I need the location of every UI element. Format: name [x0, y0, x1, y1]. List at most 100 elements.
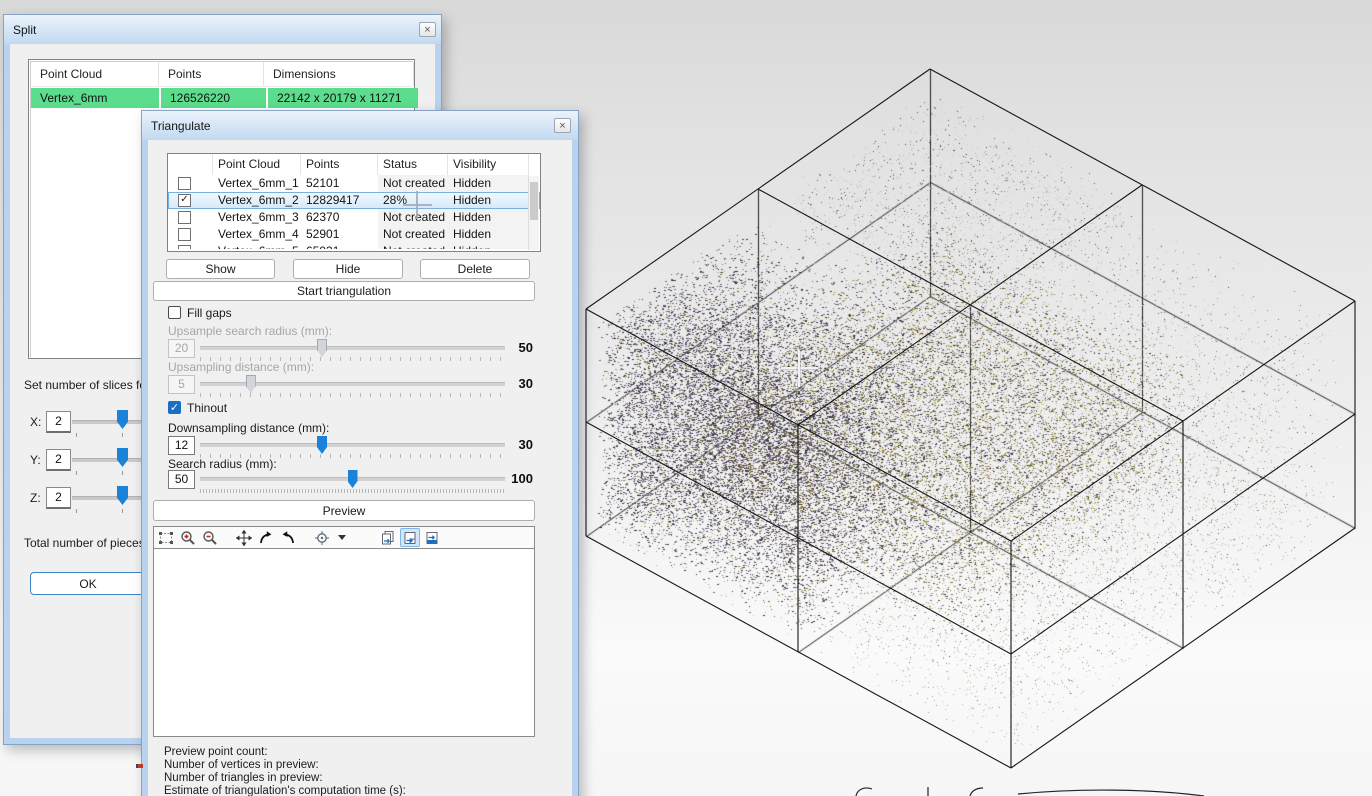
rotate-cw-icon[interactable]	[256, 528, 276, 547]
triangulate-table-cell: Not created	[378, 243, 448, 249]
zoom-window-icon[interactable]	[156, 528, 176, 547]
axis-slider-thumb[interactable]	[117, 448, 128, 467]
split-column-header[interactable]: Points	[159, 62, 264, 86]
slider-ticks	[200, 489, 506, 493]
triangulate-table-cell: Not created	[378, 226, 448, 243]
hide-button[interactable]: Hide	[293, 259, 403, 279]
split-table-row[interactable]: Vertex_6mm12652622022142 x 20179 x 11271	[31, 88, 412, 108]
slider-max-label: 30	[448, 376, 533, 391]
table-scrollbar[interactable]	[528, 176, 539, 250]
split-column-header[interactable]: Dimensions	[264, 62, 414, 86]
slider-label: Upsample search radius (mm):	[168, 324, 332, 338]
split-table-cell: 126526220	[161, 88, 266, 108]
delete-button[interactable]: Delete	[420, 259, 530, 279]
slider-thumb[interactable]	[246, 375, 256, 393]
row-checkbox[interactable]	[178, 211, 191, 224]
split-close-button[interactable]: ×	[419, 22, 436, 37]
triangulate-title: Triangulate	[151, 119, 211, 133]
slices-label: Set number of slices for	[24, 378, 150, 392]
preview-stat-label: Estimate of triangulation's computation …	[164, 785, 406, 796]
triangulation-preview-area[interactable]	[153, 549, 535, 737]
triangulate-table-cell: 62370	[301, 209, 378, 226]
row-checkbox[interactable]	[178, 177, 191, 190]
triangulate-table-row[interactable]: ✓Vertex_6mm_21282941728%Hidden	[168, 192, 540, 209]
zoom-in-icon[interactable]	[178, 528, 198, 547]
axis-slider-thumb[interactable]	[117, 410, 128, 429]
slider-max-label: 30	[448, 437, 533, 452]
preview-button[interactable]: Preview	[153, 500, 535, 521]
triangulate-column-header[interactable]: Visibility	[448, 154, 529, 175]
slider-thumb[interactable]	[317, 436, 327, 454]
triangulate-table-row[interactable]: Vertex_6mm_565931Not createdHidden	[168, 243, 540, 249]
snapshot-view-icon[interactable]	[400, 528, 420, 547]
slider-thumb[interactable]	[317, 339, 327, 357]
triangulate-table-cell: 12829417	[301, 192, 378, 209]
checkbox-cell: ✓	[168, 192, 213, 209]
thinout-label: Thinout	[187, 401, 227, 415]
axis-value-box[interactable]: 2	[46, 487, 71, 509]
triangulate-point-cloud-table[interactable]: Point CloudPointsStatusVisibilityVertex_…	[167, 153, 541, 252]
axis-value-box[interactable]: 2	[46, 449, 71, 471]
triangulate-titlebar[interactable]: Triangulate	[142, 111, 578, 140]
triangulate-body: Point CloudPointsStatusVisibilityVertex_…	[148, 140, 572, 796]
ok-button[interactable]: OK	[30, 572, 146, 595]
pan-icon[interactable]	[234, 528, 254, 547]
show-button[interactable]: Show	[166, 259, 275, 279]
zoom-out-icon[interactable]	[200, 528, 220, 547]
total-pieces-label: Total number of pieces:	[24, 536, 148, 550]
application-window: Split × Point CloudPointsDimensionsVerte…	[0, 0, 1372, 796]
triangulate-column-header[interactable]: Status	[378, 154, 448, 175]
triangulate-table-cell: 28%	[378, 192, 448, 209]
slider-value-box[interactable]: 50	[168, 470, 195, 489]
axis-slider-thumb[interactable]	[117, 486, 128, 505]
split-table-cell: 22142 x 20179 x 11271	[268, 88, 418, 108]
triangulate-column-header[interactable]: Points	[301, 154, 378, 175]
slider-value-box[interactable]: 20	[168, 339, 195, 358]
triangulate-dialog: Triangulate × Point CloudPointsStatusVis…	[141, 110, 579, 796]
axis-label: X:	[30, 415, 41, 429]
render-artifact	[136, 764, 143, 768]
start-triangulation-button[interactable]: Start triangulation	[153, 281, 535, 301]
preview-stat-label: Number of triangles in preview:	[164, 772, 323, 784]
triangulate-table-cell: 52101	[301, 175, 378, 192]
triangulate-table-cell: 65931	[301, 243, 378, 249]
row-checkbox[interactable]	[178, 228, 191, 241]
split-titlebar[interactable]: Split	[4, 15, 441, 44]
snapshot-copy-icon[interactable]	[378, 528, 398, 547]
row-checkbox[interactable]	[178, 245, 191, 249]
triangulate-table-row[interactable]: Vertex_6mm_152101Not createdHidden	[168, 175, 540, 192]
slider-label: Downsampling distance (mm):	[168, 421, 329, 435]
triangulate-table-cell: Vertex_6mm_1	[213, 175, 301, 192]
preview-toolbar	[153, 526, 535, 549]
slider-thumb[interactable]	[348, 470, 358, 488]
triangulate-table-cell: Hidden	[448, 209, 529, 226]
triangulate-column-header[interactable]: Point Cloud	[213, 154, 301, 175]
triangulate-table-cell: Hidden	[448, 226, 529, 243]
axis-label: Z:	[30, 491, 41, 505]
triangulate-table-cell: Hidden	[448, 175, 529, 192]
center-view-icon[interactable]	[312, 528, 332, 547]
triangulate-table-cell: Vertex_6mm_5	[213, 243, 301, 249]
fill-gaps-checkbox[interactable]	[168, 306, 181, 319]
split-column-header[interactable]: Point Cloud	[31, 62, 159, 86]
center-view-dropdown-caret-icon[interactable]	[338, 535, 346, 540]
triangulate-table-row[interactable]: Vertex_6mm_362370Not createdHidden	[168, 209, 540, 226]
slider-value-box[interactable]: 12	[168, 436, 195, 455]
rotate-ccw-icon[interactable]	[278, 528, 298, 547]
thinout-checkbox[interactable]: ✓	[168, 401, 181, 414]
triangulate-column-header[interactable]	[168, 154, 213, 175]
fill-gaps-label: Fill gaps	[187, 306, 232, 320]
slider-max-label: 50	[448, 340, 533, 355]
row-checkbox[interactable]: ✓	[178, 194, 191, 207]
checkbox-cell	[168, 175, 213, 192]
triangulate-table-cell: Vertex_6mm_4	[213, 226, 301, 243]
axis-value-box[interactable]: 2	[46, 411, 71, 433]
slider-value-box[interactable]: 5	[168, 375, 195, 394]
preview-stat-label: Number of vertices in preview:	[164, 759, 319, 771]
snapshot-export-icon[interactable]	[422, 528, 442, 547]
checkbox-cell	[168, 243, 213, 249]
triangulate-close-button[interactable]: ×	[554, 118, 571, 133]
slider-ticks	[200, 393, 506, 397]
table-scrollbar-thumb[interactable]	[530, 182, 538, 220]
triangulate-table-row[interactable]: Vertex_6mm_452901Not createdHidden	[168, 226, 540, 243]
